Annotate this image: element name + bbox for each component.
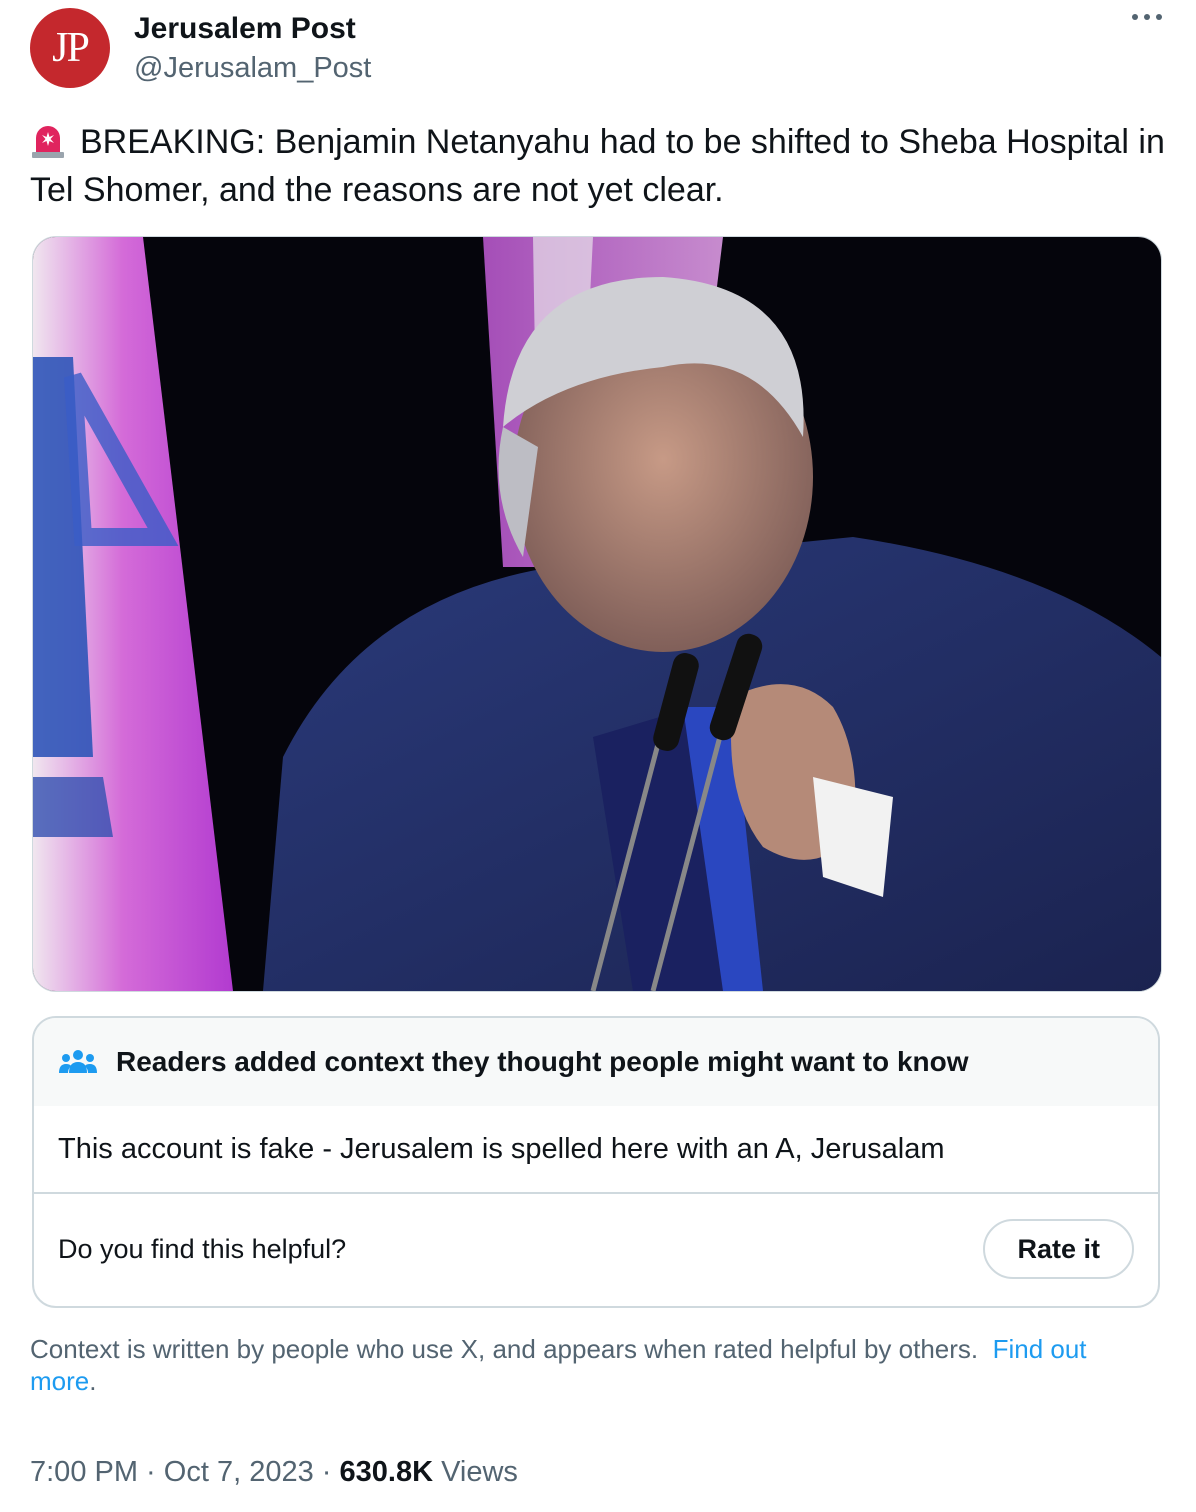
views-label: Views (441, 1456, 518, 1488)
meta-separator: · (313, 1456, 340, 1488)
rotating-light-siren-icon (32, 126, 64, 158)
helpful-question: Do you find this helpful? (58, 1233, 347, 1264)
context-period: . (89, 1366, 97, 1396)
avatar-logo-text: JP (52, 25, 90, 71)
community-note-header: Readers added context they thought peopl… (34, 1018, 1158, 1106)
people-group-icon (59, 1050, 97, 1073)
account-handle[interactable]: @Jerusalam_Post (134, 52, 371, 85)
community-note-title: Readers added context they thought peopl… (116, 1046, 969, 1077)
community-note-footer: Do you find this helpful? Rate it (34, 1194, 1158, 1304)
context-text: Context is written by people who use X, … (30, 1334, 979, 1364)
account-avatar[interactable]: JP (30, 8, 110, 88)
tweet-time[interactable]: 7:00 PM (30, 1456, 138, 1488)
tweet-date[interactable]: Oct 7, 2023 (164, 1456, 314, 1488)
more-options-icon[interactable] (1132, 14, 1162, 20)
tweet-meta: 7:00 PM · Oct 7, 2023 · 630.8K Views (30, 1456, 518, 1489)
tweet-photo[interactable] (32, 236, 1162, 992)
community-note-body: This account is fake - Jerusalem is spel… (34, 1106, 1158, 1194)
account-name[interactable]: Jerusalem Post (134, 12, 356, 46)
views-count: 630.8K (339, 1456, 434, 1488)
tweet-text: BREAKING: Benjamin Netanyahu had to be s… (30, 118, 1166, 214)
photo-illustration (33, 237, 1161, 991)
context-disclaimer: Context is written by people who use X, … (30, 1333, 1140, 1397)
community-note-card: Readers added context they thought peopl… (32, 1016, 1160, 1308)
rate-it-button[interactable]: Rate it (983, 1219, 1134, 1279)
meta-separator: · (138, 1456, 164, 1488)
tweet-body: BREAKING: Benjamin Netanyahu had to be s… (30, 123, 1165, 209)
